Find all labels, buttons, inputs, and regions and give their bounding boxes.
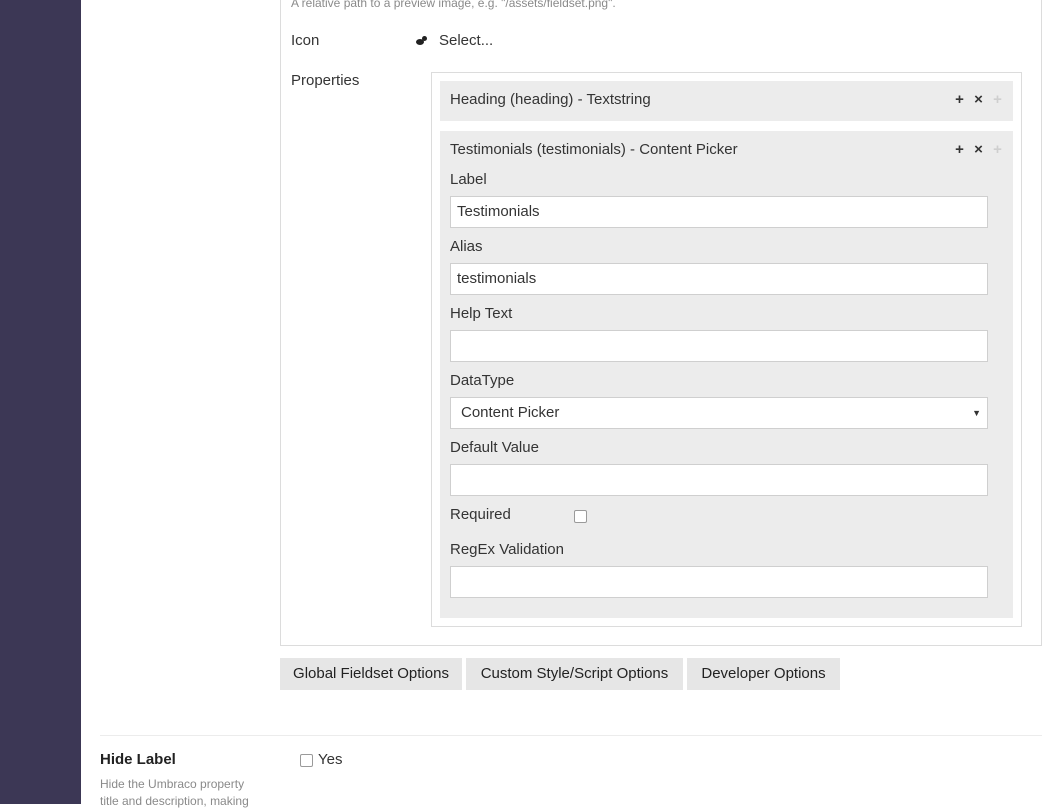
move-property-icon[interactable]: + [992,141,1003,158]
required-checkbox[interactable] [574,510,587,523]
required-caption: Required [450,506,511,523]
app-sidebar [0,0,81,804]
property-row-testimonials: Testimonials (testimonials) - Content Pi… [440,131,1013,618]
datatype-caption: DataType [450,372,515,389]
regex-caption: RegEx Validation [450,541,564,558]
hide-label-checkbox[interactable] [300,754,313,767]
icon-select-link[interactable]: Select... [439,32,493,49]
property-actions: + × + [954,91,1003,108]
remove-property-icon[interactable]: × [973,141,984,158]
tab-developer-options[interactable]: Developer Options [687,658,840,690]
help-text-caption: Help Text [450,305,513,322]
tab-custom-style-script-options[interactable]: Custom Style/Script Options [466,658,683,690]
icon-field-label: Icon [291,32,320,49]
datatype-selected-value: Content Picker [461,404,560,421]
hide-label-description: Hide the Umbraco property title and desc… [100,777,249,808]
preview-path-hint: A relative path to a preview image, e.g.… [291,0,616,10]
property-title[interactable]: Testimonials (testimonials) - Content Pi… [450,141,738,158]
datatype-select[interactable]: Content Picker ▼ [450,397,988,429]
default-value-caption: Default Value [450,439,539,456]
alias-caption: Alias [450,238,483,255]
property-title[interactable]: Heading (heading) - Textstring [450,91,651,108]
hide-label-title: Hide Label [100,751,176,768]
remove-property-icon[interactable]: × [973,91,984,108]
properties-label: Properties [291,72,360,89]
add-property-icon[interactable]: + [954,141,965,158]
label-caption: Label [450,171,487,188]
icon-preview-icon [415,35,429,46]
alias-input[interactable]: testimonials [450,263,988,295]
help-text-input[interactable] [450,330,988,362]
label-input[interactable]: Testimonials [450,196,988,228]
property-row-heading[interactable]: Heading (heading) - Textstring + × + [440,81,1013,121]
icon-picker[interactable]: Select... [415,32,493,49]
add-property-icon[interactable]: + [954,91,965,108]
regex-input[interactable] [450,566,988,598]
default-value-input[interactable] [450,464,988,496]
hide-label-yes-label[interactable]: Yes [318,751,342,768]
tab-global-fieldset-options[interactable]: Global Fieldset Options [280,658,462,690]
property-actions: + × + [954,141,1003,158]
section-divider [100,735,1042,736]
move-property-icon[interactable]: + [992,91,1003,108]
chevron-down-icon: ▼ [972,408,981,418]
